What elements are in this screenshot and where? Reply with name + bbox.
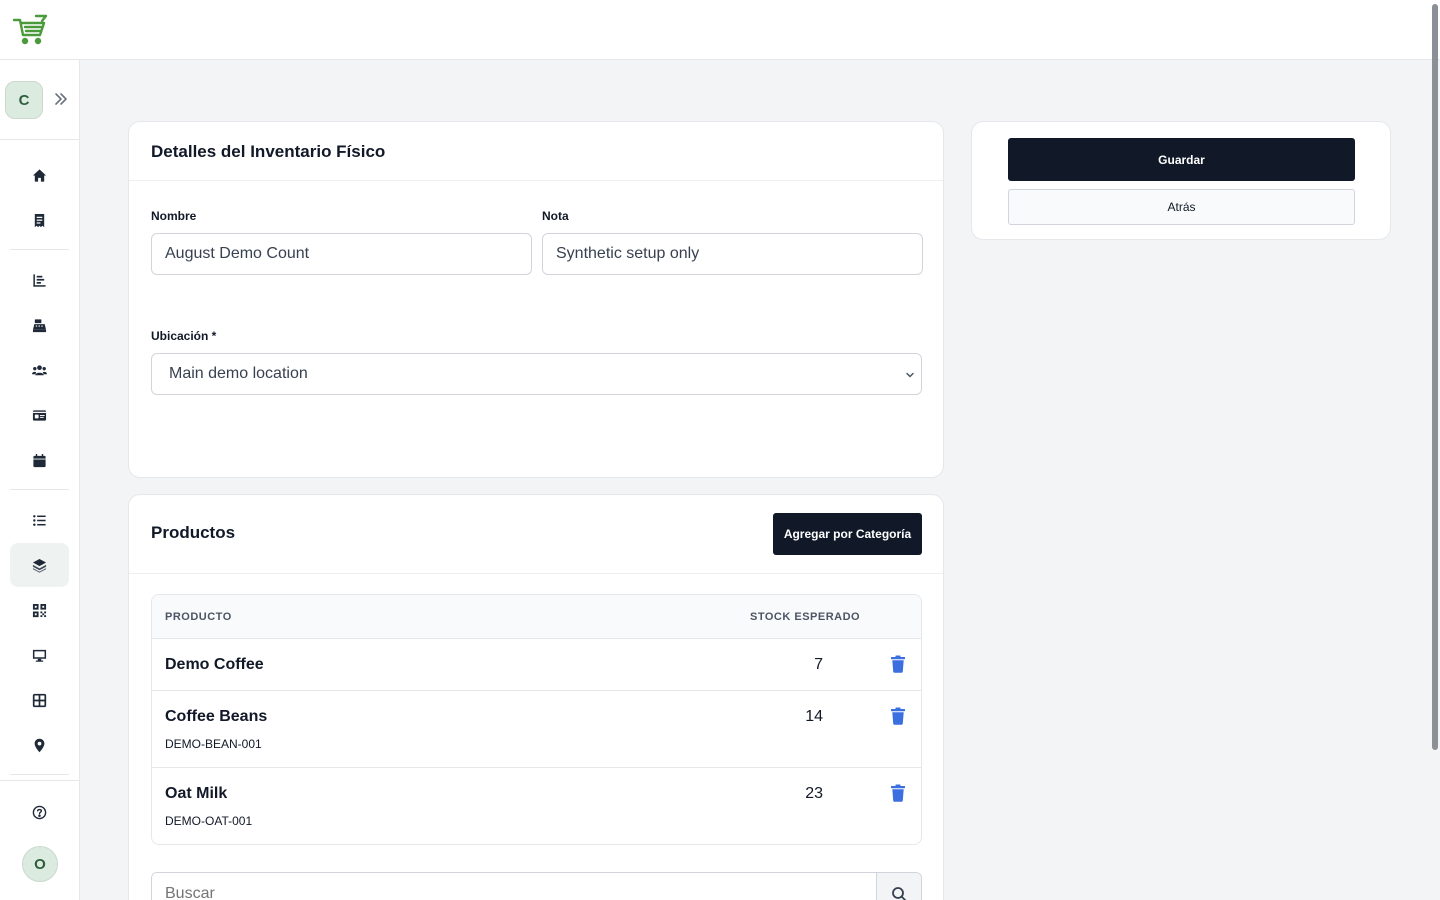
user-avatar[interactable]: O — [22, 846, 58, 882]
shopping-cart-icon[interactable] — [12, 14, 48, 46]
sidebar-divider — [10, 249, 69, 250]
product-sku: DEMO-OAT-001 — [165, 814, 253, 828]
sidebar-item-receipts[interactable] — [10, 198, 69, 242]
sidebar-item-display[interactable] — [10, 633, 69, 677]
search-icon — [892, 887, 907, 900]
receipt-icon — [34, 213, 45, 227]
ubicacion-select[interactable]: Main demo location — [151, 353, 922, 395]
sidebar-item-employees[interactable] — [10, 393, 69, 437]
table-row: Coffee Beans DEMO-BEAN-001 14 — [152, 691, 921, 768]
column-header-expected-stock: STOCK ESPERADO — [750, 611, 861, 623]
list-icon — [33, 514, 46, 526]
trash-icon[interactable] — [890, 655, 906, 673]
sidebar-item-inventory[interactable] — [10, 543, 69, 587]
qr-code-icon — [32, 603, 47, 617]
product-name: Coffee Beans — [165, 708, 268, 725]
boxes-icon — [32, 558, 47, 573]
page-scrollbar[interactable] — [1432, 4, 1438, 750]
home-icon — [32, 168, 47, 182]
search-button[interactable] — [876, 873, 921, 900]
sidebar-item-locations[interactable] — [10, 723, 69, 767]
calendar-icon — [33, 453, 46, 467]
nombre-field[interactable] — [151, 233, 532, 275]
sidebar-item-pos[interactable] — [10, 303, 69, 347]
products-card: Productos Agregar por Categoría PRODUCTO… — [128, 494, 944, 900]
trash-icon[interactable] — [890, 707, 906, 725]
nota-label: Nota — [542, 209, 569, 223]
actions-card: Guardar Atrás — [971, 121, 1391, 240]
sidebar-item-home[interactable] — [10, 153, 69, 197]
expected-stock: 23 — [805, 785, 823, 802]
table-row: Demo Coffee 7 — [152, 639, 921, 691]
sidebar-item-list[interactable] — [10, 498, 69, 542]
ubicacion-label: Ubicación * — [151, 329, 217, 343]
sidebar-divider — [0, 139, 79, 140]
product-search — [151, 872, 922, 900]
expected-stock: 14 — [805, 708, 823, 725]
map-pin-icon — [34, 738, 45, 752]
monitor-icon — [32, 649, 47, 662]
question-circle-icon — [32, 805, 47, 819]
sidebar-item-qr[interactable] — [10, 588, 69, 632]
products-title: Productos — [151, 523, 236, 542]
sidebar-item-customers[interactable] — [10, 348, 69, 392]
users-icon — [32, 364, 47, 375]
cash-register-icon — [32, 318, 47, 332]
products-table: PRODUCTO STOCK ESPERADO Demo Coffee 7 Co… — [151, 594, 922, 845]
search-input[interactable] — [152, 873, 877, 900]
nombre-label: Nombre — [151, 209, 197, 223]
chevrons-right-icon[interactable] — [50, 88, 72, 110]
sidebar-divider — [10, 489, 69, 490]
table-header: PRODUCTO STOCK ESPERADO — [152, 595, 921, 639]
inventory-details-card: Detalles del Inventario Físico Nombre No… — [128, 121, 944, 478]
table-row: Oat Milk DEMO-OAT-001 23 — [152, 768, 921, 844]
card-header: Detalles del Inventario Físico — [129, 122, 943, 181]
sidebar: C O — [0, 60, 80, 900]
product-name: Demo Coffee — [165, 656, 264, 673]
sidebar-item-help[interactable] — [10, 790, 69, 834]
top-bar — [0, 0, 1440, 60]
chevron-down-icon — [906, 372, 914, 378]
save-button[interactable]: Guardar — [1008, 138, 1355, 181]
company-switcher[interactable]: C — [5, 81, 43, 119]
sidebar-divider — [10, 774, 69, 775]
nota-field[interactable] — [542, 233, 923, 275]
trash-icon[interactable] — [890, 784, 906, 802]
column-header-product: PRODUCTO — [165, 611, 232, 623]
card-header: Productos Agregar por Categoría — [129, 495, 943, 574]
sidebar-item-reports[interactable] — [10, 258, 69, 302]
product-sku: DEMO-BEAN-001 — [165, 737, 262, 751]
sidebar-divider — [0, 780, 79, 781]
ubicacion-selected-value: Main demo location — [169, 365, 308, 382]
add-by-category-button[interactable]: Agregar por Categoría — [773, 513, 922, 555]
sidebar-item-calendar[interactable] — [10, 438, 69, 482]
expected-stock: 7 — [814, 656, 823, 673]
chart-bar-icon — [33, 273, 46, 287]
details-title: Detalles del Inventario Físico — [151, 142, 386, 161]
product-name: Oat Milk — [165, 785, 228, 802]
sidebar-item-tables[interactable] — [10, 678, 69, 722]
back-button[interactable]: Atrás — [1008, 189, 1355, 225]
grid-icon — [32, 693, 47, 707]
id-card-icon — [32, 409, 47, 421]
